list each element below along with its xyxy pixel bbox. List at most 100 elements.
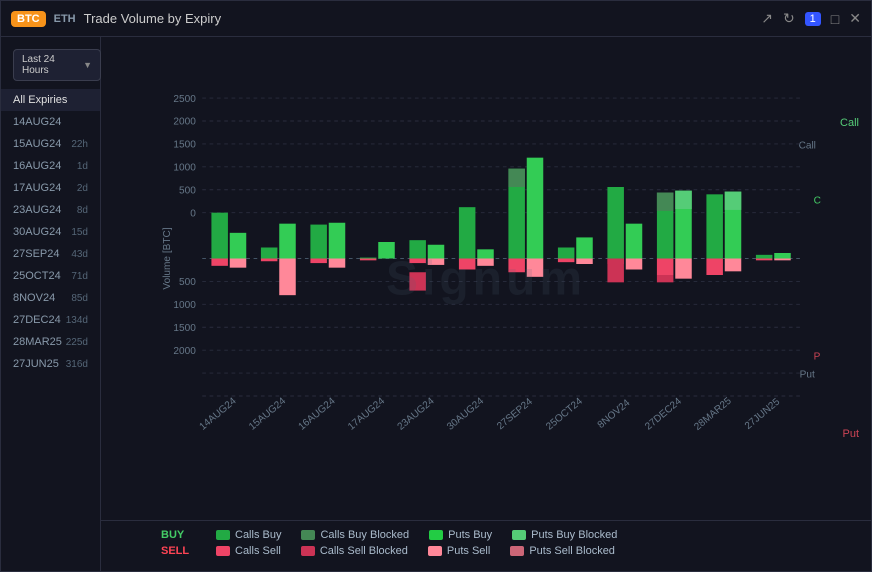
bar-25oct-calls-sell — [558, 259, 575, 263]
svg-text:27JUN25: 27JUN25 — [743, 396, 783, 432]
svg-text:27SEP24: 27SEP24 — [495, 396, 535, 432]
bar-15aug-calls-buy — [261, 248, 278, 259]
bar-8nov-calls-sell-blocked — [607, 259, 624, 283]
bar-8nov-calls-buy — [607, 187, 624, 259]
sidebar-item-days: 134d — [66, 315, 88, 326]
bar-28mar-calls-sell — [706, 259, 723, 276]
calls-buy-blocked-label: Calls Buy Blocked — [320, 529, 409, 541]
sidebar-item-27dec24[interactable]: 27DEC24 134d — [1, 309, 100, 331]
sidebar-item-27jun25[interactable]: 27JUN25 316d — [1, 353, 100, 375]
legend-item-calls-sell: Calls Sell — [216, 545, 281, 557]
bar-27dec-calls-sell-blocked — [657, 275, 674, 282]
puts-sell-label: Puts Sell — [447, 545, 490, 557]
sidebar-item-days: 1d — [77, 161, 88, 172]
dropdown-arrow-icon: ▼ — [83, 60, 92, 70]
sidebar-item-label: 16AUG24 — [13, 160, 61, 172]
bar-27dec-puts-buy-blocked — [675, 191, 692, 209]
sidebar-item-days: 22h — [71, 139, 88, 150]
bar-17aug-calls-sell — [360, 259, 377, 261]
bar-30aug-calls-sell — [459, 259, 476, 270]
puts-buy-blocked-label: Puts Buy Blocked — [531, 529, 617, 541]
calls-buy-label: Calls Buy — [235, 529, 281, 541]
bar-27jun-puts-buy — [774, 253, 791, 259]
svg-text:2000: 2000 — [173, 346, 196, 357]
bar-23aug-calls-sell — [409, 259, 425, 264]
bar-16aug-calls-buy — [310, 225, 327, 259]
info-icon[interactable]: 1 — [805, 12, 821, 26]
svg-text:Call: Call — [799, 141, 816, 152]
bar-23aug-calls-buy — [409, 240, 425, 258]
sidebar-item-label: 30AUG24 — [13, 226, 61, 238]
sidebar-item-label: 27DEC24 — [13, 314, 61, 326]
sidebar-item-27sep24[interactable]: 27SEP24 43d — [1, 243, 100, 265]
sidebar-item-30aug24[interactable]: 30AUG24 15d — [1, 221, 100, 243]
sidebar-item-days: 225d — [66, 337, 88, 348]
maximize-icon[interactable]: □ — [831, 11, 839, 27]
bar-14aug-calls-sell — [211, 259, 227, 266]
bar-27dec-calls-buy-blocked — [657, 193, 674, 211]
puts-sell-blocked-label: Puts Sell Blocked — [529, 545, 615, 557]
bar-14aug-puts-sell — [230, 259, 247, 268]
svg-text:27DEC24: 27DEC24 — [643, 396, 684, 433]
bar-27jun-calls-buy — [756, 255, 773, 259]
legend-buy-row: BUY Calls Buy Calls Buy Blocked Puts Buy — [161, 529, 851, 541]
svg-text:8NOV24: 8NOV24 — [596, 397, 633, 431]
sidebar-item-16aug24[interactable]: 16AUG24 1d — [1, 155, 100, 177]
bar-16aug-calls-sell — [310, 259, 327, 264]
sell-label: SELL — [161, 545, 196, 557]
bar-25oct-puts-sell — [576, 259, 593, 265]
sidebar-item-label: 14AUG24 — [13, 116, 61, 128]
svg-text:30AUG24: 30AUG24 — [445, 396, 486, 433]
sidebar-item-15aug24[interactable]: 15AUG24 22h — [1, 133, 100, 155]
bar-28mar-calls-buy — [706, 194, 723, 258]
external-link-icon[interactable]: ↗ — [761, 10, 773, 27]
eth-badge[interactable]: ETH — [54, 13, 76, 25]
bar-14aug-puts-buy — [230, 233, 247, 259]
refresh-icon[interactable]: ↻ — [783, 10, 795, 27]
calls-buy-blocked-swatch — [301, 530, 315, 540]
bar-23aug-calls-blocked — [409, 272, 425, 290]
svg-text:500: 500 — [179, 277, 196, 288]
svg-text:Call: Call — [814, 196, 821, 207]
bar-15aug-puts-buy — [279, 224, 296, 259]
bar-17aug-calls-buy — [360, 258, 377, 259]
sidebar-item-days: 71d — [71, 271, 88, 282]
bar-15aug-calls-sell — [261, 259, 278, 262]
close-icon[interactable]: ✕ — [849, 10, 861, 27]
sidebar-item-days: 43d — [71, 249, 88, 260]
bar-27sep-calls-sell — [508, 259, 524, 273]
sidebar-item-label: 23AUG24 — [13, 204, 61, 216]
sidebar-item-label: 15AUG24 — [13, 138, 61, 150]
bar-27jun-puts-sell — [774, 259, 791, 261]
sidebar-item-days: 15d — [71, 227, 88, 238]
legend-item-calls-sell-blocked: Calls Sell Blocked — [301, 545, 408, 557]
sidebar-item-28mar25[interactable]: 28MAR25 225d — [1, 331, 100, 353]
sidebar-item-label: 17AUG24 — [13, 182, 61, 194]
btc-badge[interactable]: BTC — [11, 11, 46, 27]
legend-area: BUY Calls Buy Calls Buy Blocked Puts Buy — [101, 520, 871, 571]
puts-buy-label: Puts Buy — [448, 529, 492, 541]
legend-sell-row: SELL Calls Sell Calls Sell Blocked Puts … — [161, 545, 851, 557]
dropdown-label: Last 24 Hours — [22, 54, 77, 76]
sidebar-item-8nov24[interactable]: 8NOV24 85d — [1, 287, 100, 309]
sidebar-item-23aug24[interactable]: 23AUG24 8d — [1, 199, 100, 221]
titlebar: BTC ETH Trade Volume by Expiry ↗ ↻ 1 □ ✕ — [1, 1, 871, 37]
svg-text:15AUG24: 15AUG24 — [247, 396, 288, 433]
sidebar-item-all-expiries[interactable]: All Expiries — [1, 89, 100, 111]
sidebar-item-14aug24[interactable]: 14AUG24 — [1, 111, 100, 133]
bar-8nov-puts-sell — [626, 259, 643, 270]
sidebar-item-label: 25OCT24 — [13, 270, 61, 282]
legend-item-puts-sell: Puts Sell — [428, 545, 490, 557]
sidebar-item-25oct24[interactable]: 25OCT24 71d — [1, 265, 100, 287]
svg-text:1000: 1000 — [173, 300, 196, 311]
bar-27sep-puts-sell — [527, 259, 544, 277]
svg-text:28MAR25: 28MAR25 — [692, 395, 734, 432]
sidebar-item-17aug24[interactable]: 17AUG24 2d — [1, 177, 100, 199]
bar-27dec-calls-sell — [657, 259, 674, 276]
sidebar-item-days: 85d — [71, 293, 88, 304]
calls-buy-swatch — [216, 530, 230, 540]
svg-text:Volume [BTC]: Volume [BTC] — [162, 227, 173, 289]
bar-27sep-calls-buy-blocked — [508, 169, 524, 187]
time-dropdown[interactable]: Last 24 Hours ▼ — [13, 49, 101, 81]
puts-buy-swatch — [429, 530, 443, 540]
